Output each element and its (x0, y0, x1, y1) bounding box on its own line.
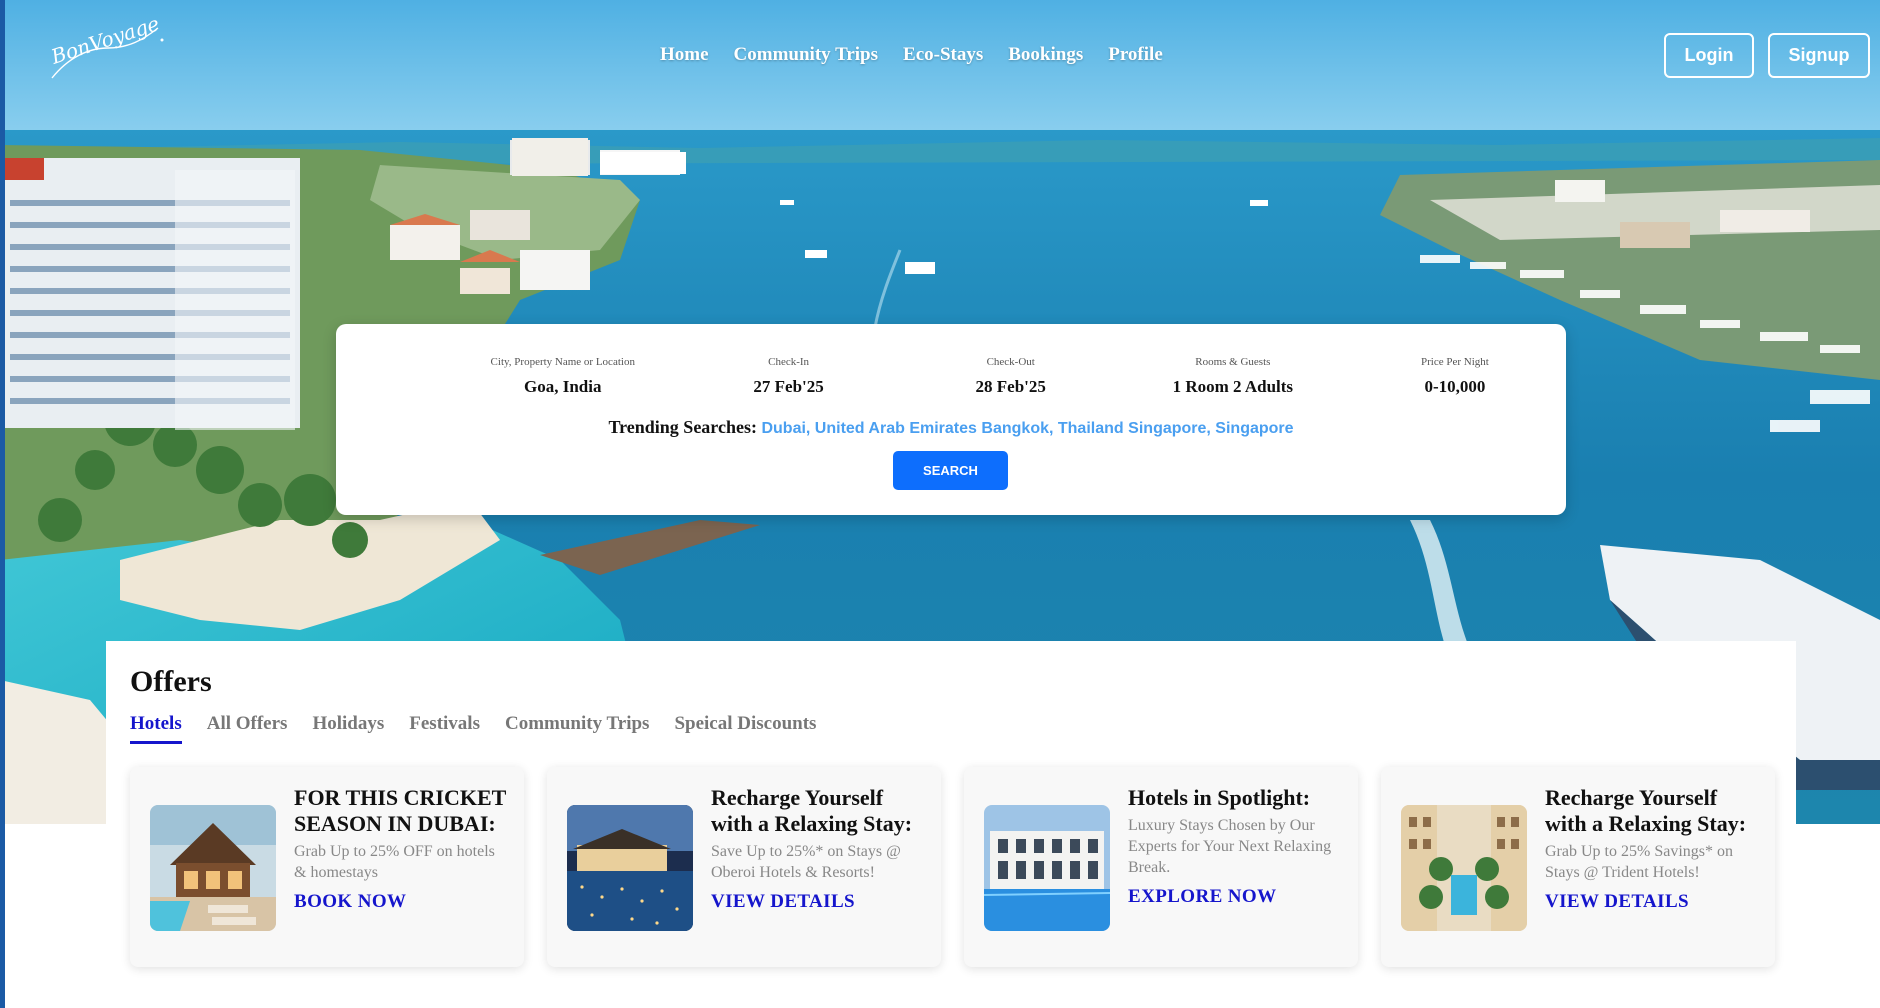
check-in-value[interactable]: 27 Feb'25 (678, 377, 900, 397)
tab-hotels[interactable]: Hotels (130, 713, 182, 744)
offers-section: Offers Hotels All Offers Holidays Festiv… (106, 641, 1796, 1008)
rooms-guests-value[interactable]: 1 Room 2 Adults (1122, 377, 1344, 397)
offer-image-luxury-hotel (984, 805, 1110, 931)
left-edge-bar (0, 0, 5, 1008)
offers-tabs: Hotels All Offers Holidays Festivals Com… (130, 713, 816, 744)
offer-title: Hotels in Spotlight: (1128, 785, 1311, 810)
offer-description: Save Up to 25%* on Stays @ Oberoi Hotels… (711, 843, 901, 881)
view-details-link[interactable]: VIEW DETAILS (711, 891, 925, 913)
tab-holidays[interactable]: Holidays (312, 713, 384, 744)
check-out-label: Check-Out (986, 356, 1035, 368)
search-button[interactable]: SEARCH (893, 451, 1008, 490)
check-out-value[interactable]: 28 Feb'25 (900, 377, 1122, 397)
trending-link-dubai[interactable]: Dubai, United Arab Emirates (761, 420, 976, 437)
offers-title: Offers (130, 665, 212, 698)
explore-now-link[interactable]: EXPLORE NOW (1128, 886, 1342, 908)
nav-eco-stays[interactable]: Eco-Stays (903, 44, 983, 66)
signup-button[interactable]: Signup (1768, 33, 1870, 78)
offer-text: Hotels in Spotlight: Luxury Stays Chosen… (1128, 785, 1342, 908)
check-in-label: Check-In (768, 356, 810, 368)
offer-image-dubai-lodge (150, 805, 276, 931)
auth-buttons: Login Signup (1664, 33, 1870, 78)
location-value[interactable]: Goa, India (448, 377, 678, 397)
trending-label: Trending Searches: (608, 417, 757, 437)
check-in-field[interactable]: Check-In 27 Feb'25 (678, 356, 900, 397)
offer-description: Grab Up to 25% OFF on hotels & homestays (294, 843, 495, 881)
tab-all-offers[interactable]: All Offers (207, 713, 288, 744)
tab-special-discounts[interactable]: Speical Discounts (674, 713, 816, 744)
location-label: City, Property Name or Location (490, 356, 635, 368)
tab-community-trips[interactable]: Community Trips (505, 713, 649, 744)
offer-text: Recharge Yourself with a Relaxing Stay: … (711, 785, 925, 913)
rooms-guests-field[interactable]: Rooms & Guests 1 Room 2 Adults (1122, 356, 1344, 397)
nav-community-trips[interactable]: Community Trips (734, 44, 878, 66)
offer-title: Recharge Yourself with a Relaxing Stay: (1545, 785, 1747, 836)
svg-text:BonVoyage: BonVoyage (48, 18, 162, 69)
view-details-link[interactable]: VIEW DETAILS (1545, 891, 1759, 913)
location-field[interactable]: City, Property Name or Location Goa, Ind… (448, 356, 678, 397)
offer-description: Luxury Stays Chosen by Our Experts for Y… (1128, 817, 1332, 876)
offer-description: Grab Up to 25% Savings* on Stays @ Tride… (1545, 843, 1733, 881)
nav-home[interactable]: Home (660, 44, 709, 66)
book-now-link[interactable]: BOOK NOW (294, 891, 508, 913)
offer-card[interactable]: Hotels in Spotlight: Luxury Stays Chosen… (964, 767, 1358, 967)
price-per-night-value[interactable]: 0-10,000 (1344, 377, 1566, 397)
trending-searches: Trending Searches: Dubai, United Arab Em… (336, 417, 1566, 438)
main-nav: Home Community Trips Eco-Stays Bookings … (660, 44, 1163, 66)
login-button[interactable]: Login (1664, 33, 1754, 78)
rooms-guests-label: Rooms & Guests (1195, 356, 1271, 368)
search-fields: City, Property Name or Location Goa, Ind… (336, 356, 1566, 397)
offer-card[interactable]: Recharge Yourself with a Relaxing Stay: … (1381, 767, 1775, 967)
offer-card[interactable]: Recharge Yourself with a Relaxing Stay: … (547, 767, 941, 967)
search-card: City, Property Name or Location Goa, Ind… (336, 324, 1566, 515)
nav-profile[interactable]: Profile (1108, 44, 1163, 66)
check-out-field[interactable]: Check-Out 28 Feb'25 (900, 356, 1122, 397)
offer-text: Recharge Yourself with a Relaxing Stay: … (1545, 785, 1759, 913)
tab-festivals[interactable]: Festivals (409, 713, 480, 744)
offer-image-oberoi (567, 805, 693, 931)
bonvoyage-logo[interactable]: BonVoyage (48, 18, 168, 84)
offer-text: FOR THIS CRICKET SEASON IN DUBAI: Grab U… (294, 785, 508, 913)
offer-card[interactable]: FOR THIS CRICKET SEASON IN DUBAI: Grab U… (130, 767, 524, 967)
offer-title: FOR THIS CRICKET SEASON IN DUBAI: (294, 785, 506, 836)
trending-link-bangkok[interactable]: Bangkok, Thailand (981, 420, 1123, 437)
offer-title: Recharge Yourself with a Relaxing Stay: (711, 785, 913, 836)
price-per-night-field[interactable]: Price Per Night 0-10,000 (1344, 356, 1566, 397)
price-per-night-label: Price Per Night (1421, 356, 1489, 368)
trending-link-singapore[interactable]: Singapore, Singapore (1128, 420, 1293, 437)
offer-image-trident (1401, 805, 1527, 931)
nav-bookings[interactable]: Bookings (1008, 44, 1083, 66)
offer-cards: FOR THIS CRICKET SEASON IN DUBAI: Grab U… (130, 767, 1775, 967)
